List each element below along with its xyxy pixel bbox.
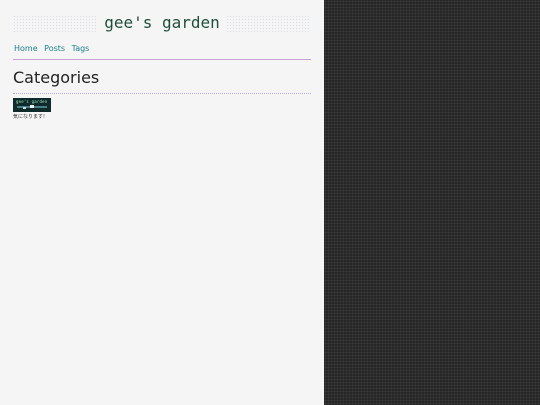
nav-posts-link[interactable]: Posts	[44, 44, 65, 53]
category-card[interactable]: gee's garden 気になります!	[13, 98, 51, 121]
page-title: Categories	[13, 68, 100, 87]
main-content-panel: gee's garden Home Posts Tags Categories …	[0, 0, 324, 405]
thumbnail-highlight	[30, 105, 34, 108]
site-title-link[interactable]: gee's garden	[0, 13, 324, 32]
thumbnail-caption: gee's garden	[16, 99, 48, 104]
sidebar-pattern-panel	[324, 0, 540, 405]
category-label: 気になります!	[13, 114, 46, 120]
thumbnail-highlight-small	[23, 107, 26, 109]
site-title-text: gee's garden	[98, 13, 226, 32]
title-divider	[13, 93, 311, 94]
category-thumbnail: gee's garden	[13, 98, 51, 112]
nav-tags-link[interactable]: Tags	[72, 44, 90, 53]
nav-home-link[interactable]: Home	[14, 44, 38, 53]
main-nav: Home Posts Tags	[14, 44, 93, 54]
header-divider	[13, 59, 311, 60]
